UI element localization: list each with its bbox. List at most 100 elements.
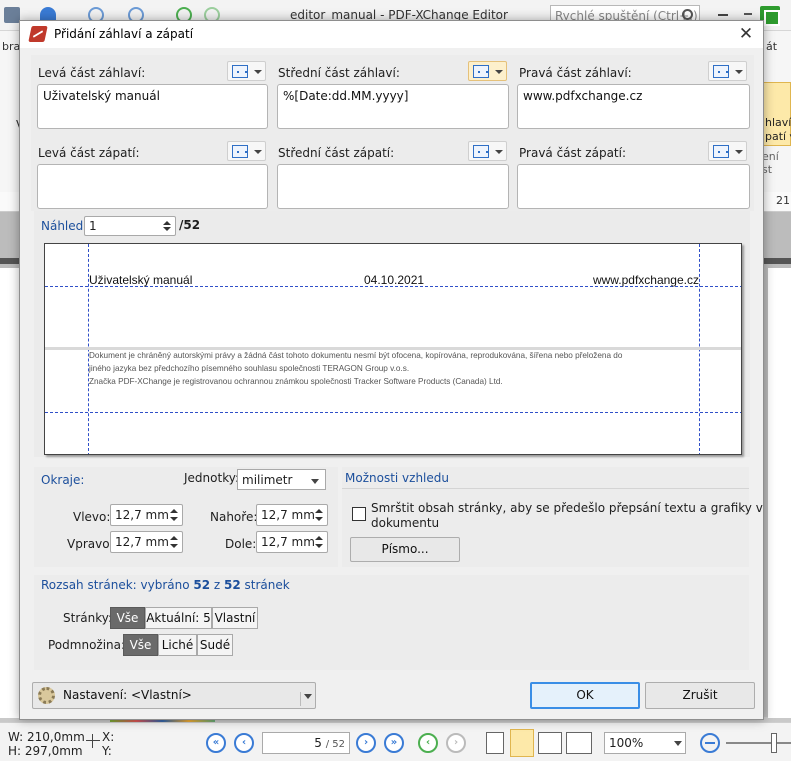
- chevron-down-icon: [254, 70, 262, 74]
- subset-even-option[interactable]: Sudé: [197, 634, 233, 656]
- spin-up-icon[interactable]: [163, 221, 171, 225]
- footer-center-input[interactable]: [277, 164, 509, 209]
- ribbon-tab-fragment-right[interactable]: át: [766, 40, 777, 53]
- page-range-total: 52: [224, 578, 241, 592]
- margin-bottom-label: Dole:: [225, 537, 257, 551]
- settings-value: <Vlastní>: [130, 688, 192, 702]
- insert-macro-button[interactable]: [468, 61, 507, 81]
- chevron-down-icon[interactable]: [674, 741, 682, 746]
- margin-top-value: 12,7 mm: [261, 508, 315, 522]
- zoom-out-icon[interactable]: [700, 733, 720, 753]
- preview-label: Náhled: [41, 219, 84, 233]
- page-range-suffix: stránek: [240, 578, 290, 592]
- macro-icon: [713, 65, 729, 78]
- spin-up-icon[interactable]: [170, 536, 178, 540]
- preview-page-spinner[interactable]: 1: [84, 216, 176, 236]
- header-left-input[interactable]: Uživatelský manuál: [37, 84, 268, 129]
- settings-select[interactable]: Nastavení: <Vlastní>: [32, 682, 316, 709]
- margin-bottom-spinner[interactable]: 12,7 mm: [256, 531, 328, 553]
- margin-left-spinner[interactable]: 12,7 mm: [110, 504, 183, 526]
- margin-top-spinner[interactable]: 12,7 mm: [256, 504, 328, 526]
- page-range-prefix: Rozsah stránek: vybráno: [41, 578, 194, 592]
- macro-icon: [473, 145, 489, 158]
- spin-down-icon[interactable]: [170, 517, 178, 521]
- first-page-icon[interactable]: «: [206, 733, 226, 753]
- pages-all-option[interactable]: Vše: [110, 607, 145, 629]
- minimize-icon[interactable]: [718, 14, 728, 16]
- margin-top-label: Nahoře:: [210, 510, 258, 524]
- header-footer-dialog: Přidání záhlaví a zápatí ✕ Levá část záh…: [19, 20, 764, 720]
- crosshair-icon: [86, 734, 100, 748]
- subset-label: Podmnožina:: [48, 638, 126, 652]
- footer-left-input[interactable]: [37, 164, 268, 209]
- ribbon-sub-fragment[interactable]: ení st: [762, 150, 791, 176]
- cursor-x-readout: X:: [102, 730, 115, 744]
- pages-custom-option[interactable]: Vlastní: [212, 607, 258, 629]
- page-range-title: Rozsah stránek: vybráno 52 z 52 stránek: [41, 578, 290, 592]
- subset-all-option[interactable]: Vše: [123, 634, 158, 656]
- insert-macro-button[interactable]: [708, 141, 747, 161]
- page-edge: [762, 258, 791, 264]
- insert-macro-button[interactable]: [227, 61, 266, 81]
- cancel-button[interactable]: Zrušit: [645, 682, 755, 709]
- single-page-view-icon[interactable]: [486, 732, 504, 754]
- insert-macro-button[interactable]: [227, 141, 266, 161]
- subset-odd-option[interactable]: Liché: [158, 634, 197, 656]
- spin-up-icon[interactable]: [315, 536, 323, 540]
- header-center-input[interactable]: %[Date:dd.MM.yyyy]: [277, 84, 509, 129]
- two-pages-continuous-view-icon[interactable]: [566, 732, 592, 754]
- zoom-slider[interactable]: [726, 742, 791, 744]
- shrink-content-label[interactable]: Smrštit obsah stránky, aby se předešlo p…: [371, 501, 763, 515]
- chevron-down-icon: [254, 150, 262, 154]
- close-icon[interactable]: ✕: [736, 25, 756, 45]
- next-page-icon[interactable]: ›: [356, 733, 376, 753]
- header-left-label: Levá část záhlaví:: [38, 66, 146, 80]
- spin-down-icon[interactable]: [315, 544, 323, 548]
- chevron-down-icon[interactable]: [304, 694, 312, 699]
- shrink-content-checkbox[interactable]: [352, 507, 366, 521]
- shrink-content-label-cont[interactable]: dokumentu: [371, 516, 439, 530]
- spin-down-icon[interactable]: [170, 544, 178, 548]
- insert-macro-button[interactable]: [708, 61, 747, 81]
- margin-guide-bottom: [45, 412, 741, 413]
- footer-right-input[interactable]: [517, 164, 750, 209]
- font-button[interactable]: Písmo...: [350, 537, 460, 562]
- preview-body-line: Značka PDF-XChange je registrovanou ochr…: [89, 377, 503, 386]
- zoom-slider-thumb[interactable]: [771, 733, 777, 753]
- preview-header-right: www.pdfxchange.cz: [592, 273, 699, 287]
- previous-page-icon[interactable]: ‹: [234, 733, 254, 753]
- preview-header-center: 04.10.2021: [364, 273, 425, 287]
- preview-header-left: Uživatelský manuál: [89, 273, 193, 287]
- page-number-field[interactable]: 5 / 52: [262, 732, 350, 754]
- header-right-input[interactable]: www.pdfxchange.cz: [517, 84, 750, 129]
- pdf-xchange-icon: [28, 26, 48, 42]
- ruler-number: 21: [776, 194, 790, 207]
- macro-icon: [232, 65, 248, 78]
- last-page-icon[interactable]: »: [384, 733, 404, 753]
- divider: [300, 692, 301, 706]
- mail-icon[interactable]: [4, 7, 20, 23]
- insert-macro-button[interactable]: [468, 141, 507, 161]
- appearance-title: Možnosti vzhledu: [345, 471, 449, 485]
- ok-button[interactable]: OK: [530, 682, 640, 709]
- continuous-view-icon[interactable]: [510, 729, 534, 757]
- spin-up-icon[interactable]: [315, 509, 323, 513]
- margin-right-label: Vpravo:: [67, 537, 114, 551]
- margin-right-spinner[interactable]: 12,7 mm: [110, 531, 183, 553]
- spin-down-icon[interactable]: [315, 517, 323, 521]
- macro-icon: [473, 65, 489, 78]
- dialog-title: Přidání záhlaví a zápatí: [54, 27, 194, 41]
- cursor-y-readout: Y:: [102, 744, 112, 758]
- margin-left-value: 12,7 mm: [115, 508, 169, 522]
- spin-up-icon[interactable]: [170, 509, 178, 513]
- search-icon[interactable]: [682, 9, 693, 20]
- previous-view-icon[interactable]: ‹: [418, 733, 438, 753]
- divider: [342, 488, 749, 489]
- next-view-icon[interactable]: ›: [446, 733, 466, 753]
- header-footer-ribbon-label: hlaví patí ▾: [765, 116, 791, 143]
- two-pages-view-icon[interactable]: [538, 732, 562, 754]
- spin-down-icon[interactable]: [163, 227, 171, 231]
- chevron-down-icon: [495, 150, 503, 154]
- units-select[interactable]: milimetr: [237, 469, 326, 490]
- pages-current-option[interactable]: Aktuální: 5: [145, 607, 212, 629]
